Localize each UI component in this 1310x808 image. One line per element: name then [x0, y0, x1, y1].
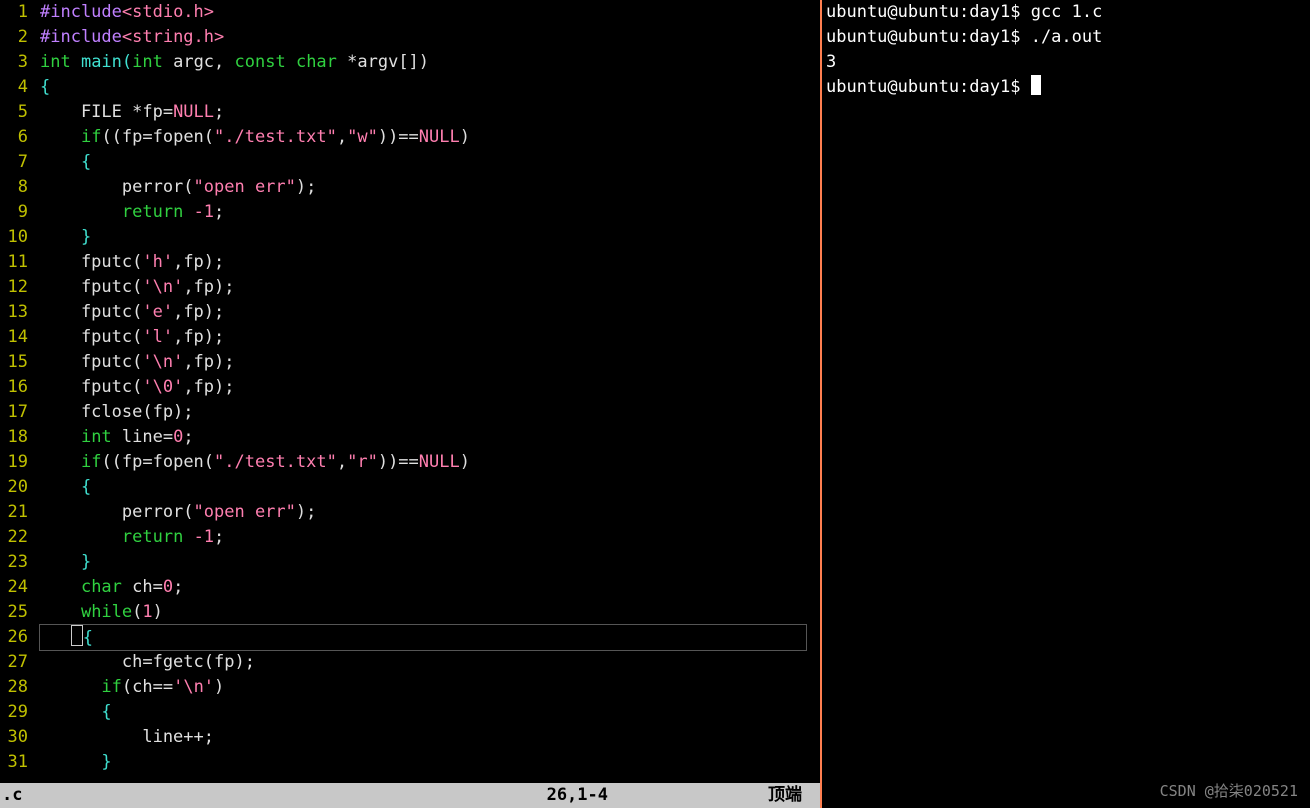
code-line[interactable]: perror("open err");	[40, 500, 820, 525]
line-number: 30	[0, 725, 28, 750]
line-number: 4	[0, 75, 28, 100]
code-line[interactable]: fputc('l',fp);	[40, 325, 820, 350]
line-number: 18	[0, 425, 28, 450]
terminal-cursor-icon	[1031, 75, 1041, 95]
code-line[interactable]: FILE *fp=NULL;	[40, 100, 820, 125]
line-number: 2	[0, 25, 28, 50]
code-line[interactable]: fputc('\0',fp);	[40, 375, 820, 400]
status-filename: .c	[0, 783, 22, 808]
line-number: 21	[0, 500, 28, 525]
code-line[interactable]: #include<stdio.h>	[40, 0, 820, 25]
line-number: 11	[0, 250, 28, 275]
status-bar: .c 26,1-4 顶端	[0, 783, 820, 808]
line-number-gutter: 1 2 3 4 5 6 7 8 9 10 11 12 13 14 15 16 1…	[0, 0, 34, 783]
code-line[interactable]: fclose(fp);	[40, 400, 820, 425]
line-number: 20	[0, 475, 28, 500]
line-number: 24	[0, 575, 28, 600]
code-line[interactable]: return -1;	[40, 525, 820, 550]
line-number: 23	[0, 550, 28, 575]
code-line[interactable]: if((fp=fopen("./test.txt","r"))==NULL)	[40, 450, 820, 475]
line-number: 13	[0, 300, 28, 325]
code-line[interactable]: char ch=0;	[40, 575, 820, 600]
terminal-line[interactable]: ubuntu@ubuntu:day1$ gcc 1.c	[826, 0, 1306, 25]
code-line[interactable]: {	[40, 75, 820, 100]
line-number: 3	[0, 50, 28, 75]
terminal-pane[interactable]: ubuntu@ubuntu:day1$ gcc 1.c ubuntu@ubunt…	[822, 0, 1310, 808]
code-line[interactable]: line++;	[40, 725, 820, 750]
line-number: 28	[0, 675, 28, 700]
code-line[interactable]: perror("open err");	[40, 175, 820, 200]
line-number: 14	[0, 325, 28, 350]
status-position-indicator: 顶端	[768, 783, 820, 808]
code-line[interactable]: int line=0;	[40, 425, 820, 450]
line-number: 25	[0, 600, 28, 625]
line-number: 17	[0, 400, 28, 425]
line-number: 8	[0, 175, 28, 200]
line-number: 31	[0, 750, 28, 775]
line-number: 27	[0, 650, 28, 675]
line-number: 6	[0, 125, 28, 150]
code-line[interactable]: return -1;	[40, 200, 820, 225]
code-line[interactable]: {	[40, 150, 820, 175]
code-line[interactable]: while(1)	[40, 600, 820, 625]
line-number: 19	[0, 450, 28, 475]
line-number: 1	[0, 0, 28, 25]
code-line[interactable]: fputc('h',fp);	[40, 250, 820, 275]
code-line[interactable]: if(ch=='\n')	[40, 675, 820, 700]
code-line[interactable]: }	[40, 750, 820, 775]
line-number: 22	[0, 525, 28, 550]
line-number: 9	[0, 200, 28, 225]
code-area[interactable]: #include<stdio.h> #include<string.h> int…	[40, 0, 820, 783]
line-number: 29	[0, 700, 28, 725]
code-line[interactable]: #include<string.h>	[40, 25, 820, 50]
line-number: 15	[0, 350, 28, 375]
terminal-output: 3	[826, 50, 1306, 75]
status-cursor-position: 26,1-4	[547, 783, 768, 808]
code-line[interactable]: fputc('e',fp);	[40, 300, 820, 325]
line-number: 5	[0, 100, 28, 125]
line-number: 10	[0, 225, 28, 250]
terminal-line[interactable]: ubuntu@ubuntu:day1$	[826, 75, 1306, 100]
code-line[interactable]: ch=fgetc(fp);	[40, 650, 820, 675]
code-line[interactable]: }	[40, 550, 820, 575]
line-number: 16	[0, 375, 28, 400]
code-line[interactable]: {	[40, 625, 820, 650]
code-line[interactable]: {	[40, 475, 820, 500]
code-line[interactable]: fputc('\n',fp);	[40, 350, 820, 375]
code-line[interactable]: if((fp=fopen("./test.txt","w"))==NULL)	[40, 125, 820, 150]
terminal-line[interactable]: ubuntu@ubuntu:day1$ ./a.out	[826, 25, 1306, 50]
line-number: 12	[0, 275, 28, 300]
app-root: 1 2 3 4 5 6 7 8 9 10 11 12 13 14 15 16 1…	[0, 0, 1310, 808]
cursor-icon	[71, 625, 83, 646]
code-line[interactable]: fputc('\n',fp);	[40, 275, 820, 300]
code-line[interactable]: int main(int argc, const char *argv[])	[40, 50, 820, 75]
watermark: CSDN @拾柒020521	[1160, 779, 1298, 804]
code-line[interactable]: }	[40, 225, 820, 250]
code-line[interactable]: {	[40, 700, 820, 725]
line-number: 26	[0, 625, 28, 650]
editor-pane[interactable]: 1 2 3 4 5 6 7 8 9 10 11 12 13 14 15 16 1…	[0, 0, 822, 808]
line-number: 7	[0, 150, 28, 175]
